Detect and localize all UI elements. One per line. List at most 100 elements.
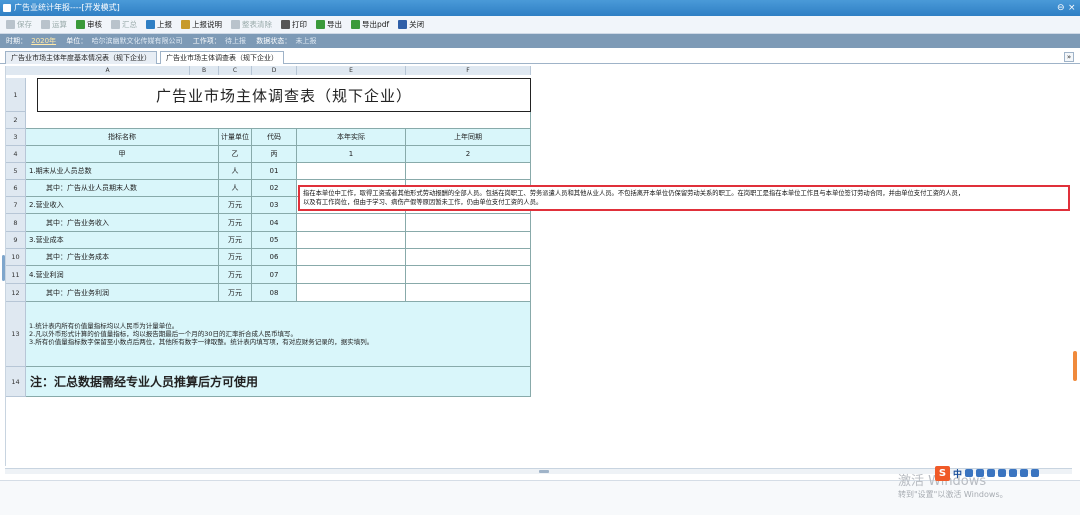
indicator-name: 1.期末从业人员总数 <box>26 163 219 180</box>
toolbar-button-label: 打印 <box>292 20 307 29</box>
row-header[interactable]: 3 <box>6 129 26 146</box>
toolbar-button-label: 审核 <box>87 20 102 29</box>
spreadsheet-grid[interactable]: A B C D E F 1 2 3 4 5 6 7 8 9 10 11 12 13 14 广告业市场主体调查表（规下企业… <box>5 66 1072 466</box>
current-year-input[interactable] <box>297 214 406 232</box>
toolbar: 保存 运算 审核 汇总 上报 上报说明 整表清除 打印 导出 导出pdf 关闭 <box>0 16 1080 34</box>
toolbar-export-pdf-button[interactable]: 导出pdf <box>351 16 389 34</box>
column-header[interactable]: A <box>26 66 190 75</box>
voice-icon[interactable] <box>987 469 996 477</box>
task-value: 待上报 <box>225 37 246 45</box>
current-year-input[interactable] <box>297 266 406 284</box>
row-header[interactable]: 4 <box>6 146 26 163</box>
code-cell: 06 <box>252 249 297 266</box>
toolbar-clear-button[interactable]: 整表清除 <box>231 16 272 34</box>
last-year-input[interactable] <box>406 266 531 284</box>
period-label: 时期： <box>6 37 27 45</box>
minimize-button[interactable]: ⊖ <box>1057 0 1065 16</box>
row-header[interactable]: 7 <box>6 197 26 214</box>
tab-market-survey[interactable]: 广告业市场主体调查表（规下企业） <box>160 51 284 64</box>
column-header[interactable]: D <box>252 66 297 75</box>
last-year-input[interactable] <box>406 232 531 249</box>
summary-note: 注：汇总数据需经专业人员推算后方可使用 <box>26 367 531 397</box>
indicator-name: 3.营业成本 <box>26 232 219 249</box>
vertical-scrollbar-thumb[interactable] <box>1073 351 1077 381</box>
last-year-input[interactable] <box>406 214 531 232</box>
ime-language-toggle[interactable]: 中 <box>953 467 962 480</box>
current-year-input[interactable] <box>297 249 406 266</box>
skin-icon[interactable] <box>1020 469 1029 477</box>
row-header[interactable]: 6 <box>6 180 26 197</box>
toolbar-save-button[interactable]: 保存 <box>6 16 32 34</box>
unit-cell: 人 <box>219 163 252 180</box>
toolbar-close-button[interactable]: 关闭 <box>398 16 424 34</box>
note-line: 1.统计表内所有价值量指标均以人民币为计量单位。 <box>29 322 179 330</box>
window-titlebar: 广告业统计年报----[开发模式] ⊖ × <box>0 0 1080 16</box>
period-link[interactable]: 2020年 <box>31 37 56 45</box>
row-header[interactable]: 12 <box>6 284 26 302</box>
tools-icon[interactable] <box>1031 469 1040 477</box>
column-header[interactable]: C <box>219 66 252 75</box>
last-year-input[interactable] <box>406 163 531 180</box>
toolbar-note-button[interactable]: 上报说明 <box>181 16 222 34</box>
header-cell: 指标名称 <box>26 129 219 146</box>
header-cell: 甲 <box>26 146 219 163</box>
tab-basic-info[interactable]: 广告业市场主体年度基本情况表（规下企业） <box>5 51 157 64</box>
row-header[interactable]: 9 <box>6 232 26 249</box>
sogou-logo-icon[interactable]: S <box>935 465 950 481</box>
sheet-tabbar: 广告业市场主体年度基本情况表（规下企业） 广告业市场主体调查表（规下企业） » <box>0 48 1080 64</box>
emoji-icon[interactable] <box>976 469 985 477</box>
code-cell: 04 <box>252 214 297 232</box>
ime-toolbar[interactable]: S 中 <box>935 465 1040 481</box>
note-line: 2.凡以外币形式计算的价值量指标，均以报告期最后一个月的30日的汇率折合成人民币… <box>29 330 297 338</box>
toolbar-check-button[interactable]: 审核 <box>76 16 102 34</box>
sum-icon <box>111 20 120 29</box>
tab-scroll-button[interactable]: » <box>1064 52 1074 62</box>
code-cell: 03 <box>252 197 297 214</box>
column-header[interactable]: B <box>190 66 219 75</box>
indicator-name: 其中：广告业务利润 <box>26 284 219 302</box>
scroll-grip[interactable] <box>539 470 549 473</box>
status-value: 未上报 <box>295 37 317 45</box>
field-tooltip: 指在本单位中工作，取得工资或者其他形式劳动报酬的全部人员。包括在岗职工、劳务派遣… <box>298 185 1070 211</box>
current-year-input[interactable] <box>297 284 406 302</box>
unit-label: 单位： <box>66 37 88 45</box>
current-year-input[interactable] <box>297 163 406 180</box>
toolbar-button-label: 导出pdf <box>362 20 390 29</box>
header-cell: 本年实际 <box>297 129 406 146</box>
toolbar-calc-button[interactable]: 运算 <box>41 16 67 34</box>
column-header-bar: ABCDEF <box>6 66 531 75</box>
column-header[interactable]: E <box>297 66 406 75</box>
row-header[interactable]: 5 <box>6 163 26 180</box>
export-pdf-icon <box>351 20 360 29</box>
row-header[interactable]: 10 <box>6 249 26 266</box>
close-icon <box>398 20 408 29</box>
last-year-input[interactable] <box>406 249 531 266</box>
toolbar-button-label: 上报 <box>157 20 172 29</box>
activation-watermark-hint: 转到"设置"以激活 Windows。 <box>898 490 1008 499</box>
tooltip-line: 指在本单位中工作，取得工资或者其他形式劳动报酬的全部人员。包括在岗职工、劳务派遣… <box>303 190 965 197</box>
row-header[interactable]: 1 <box>6 78 26 112</box>
row-header[interactable]: 13 <box>6 302 26 367</box>
toolbar-button-label: 关闭 <box>409 20 425 29</box>
calc-icon <box>41 20 50 29</box>
close-window-button[interactable]: × <box>1068 0 1076 16</box>
toolbar-export-button[interactable]: 导出 <box>316 16 342 34</box>
toolbar-print-button[interactable]: 打印 <box>281 16 307 34</box>
column-header[interactable]: F <box>406 66 531 75</box>
toolbar-sum-button[interactable]: 汇总 <box>111 16 137 34</box>
print-icon <box>281 20 290 29</box>
unit-cell: 万元 <box>219 249 252 266</box>
toolbar-button-label: 汇总 <box>122 20 137 29</box>
row-header[interactable]: 2 <box>6 112 26 129</box>
keyboard-icon[interactable] <box>998 469 1007 477</box>
last-year-input[interactable] <box>406 284 531 302</box>
row-header[interactable]: 11 <box>6 266 26 284</box>
user-icon[interactable] <box>1009 469 1018 477</box>
left-panel-grip[interactable] <box>2 255 5 281</box>
toolbar-upload-button[interactable]: 上报 <box>146 16 172 34</box>
row-header[interactable]: 14 <box>6 367 26 397</box>
punctuation-icon[interactable] <box>965 469 974 477</box>
row-header[interactable]: 8 <box>6 214 26 232</box>
clear-icon <box>231 20 240 29</box>
current-year-input[interactable] <box>297 232 406 249</box>
